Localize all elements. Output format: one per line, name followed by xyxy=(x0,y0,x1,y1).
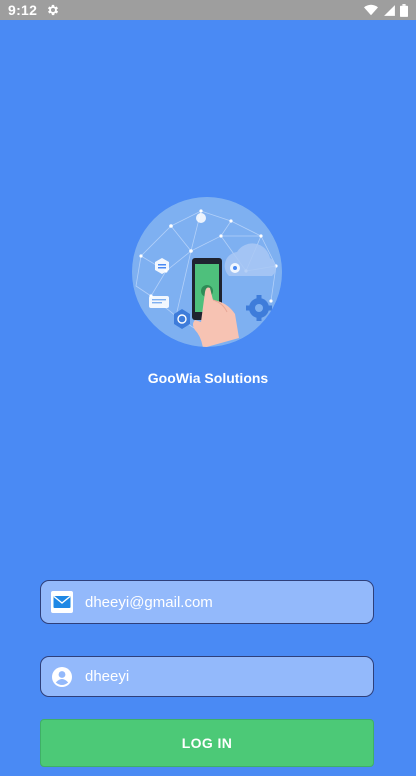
login-button[interactable]: LOG IN xyxy=(40,719,374,767)
mail-icon xyxy=(51,591,73,613)
status-icons xyxy=(363,3,408,17)
app-name: GooWia Solutions xyxy=(147,370,269,386)
user-icon xyxy=(51,666,73,688)
username-value[interactable]: dheeyi xyxy=(85,668,129,685)
gear-icon xyxy=(46,3,60,17)
app-illustration xyxy=(131,196,283,348)
wifi-icon xyxy=(363,3,379,17)
status-bar: 9:12 xyxy=(0,0,416,20)
email-value[interactable]: dheeyi@gmail.com xyxy=(85,594,213,611)
signal-icon xyxy=(383,4,396,17)
email-field[interactable]: dheeyi@gmail.com xyxy=(40,580,374,624)
username-field[interactable]: dheeyi xyxy=(40,656,374,697)
battery-icon xyxy=(400,3,408,17)
status-time: 9:12 xyxy=(8,2,38,18)
